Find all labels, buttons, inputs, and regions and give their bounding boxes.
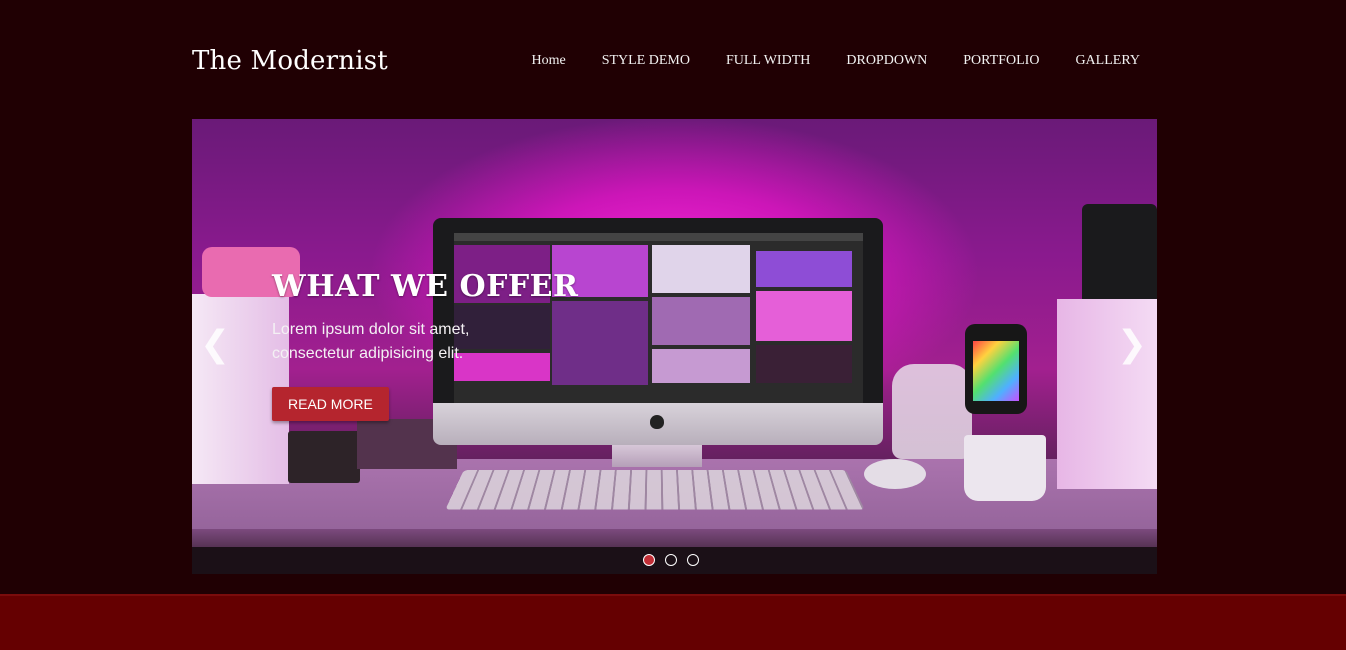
screen-tile <box>652 349 750 383</box>
nav-item-full-width[interactable]: FULL WIDTH <box>708 53 828 69</box>
slide-title: WHAT WE OFFER <box>272 269 579 304</box>
slider-dot-2[interactable] <box>665 554 677 566</box>
screen-tile <box>756 251 852 287</box>
hand-sculpture <box>892 364 972 459</box>
footer-band <box>0 594 1346 650</box>
nav-item-portfolio[interactable]: PORTFOLIO <box>945 53 1057 69</box>
main-nav: Home STYLE DEMO FULL WIDTH DROPDOWN PORT… <box>530 53 1156 69</box>
apple-logo-icon <box>650 415 664 429</box>
slider-pagination <box>643 554 699 566</box>
mug <box>964 435 1046 501</box>
read-more-button[interactable]: READ MORE <box>272 387 389 421</box>
keyboard <box>445 470 865 510</box>
candle <box>288 431 360 483</box>
nav-item-home[interactable]: Home <box>513 53 583 69</box>
chevron-left-icon[interactable]: ❮ <box>200 325 230 365</box>
mouse <box>864 459 926 489</box>
chevron-right-icon[interactable]: ❯ <box>1117 325 1147 365</box>
site-header: The Modernist Home STYLE DEMO FULL WIDTH… <box>0 0 1346 119</box>
slider-dot-3[interactable] <box>687 554 699 566</box>
monitor-stand <box>612 445 702 467</box>
phone-screen <box>973 341 1019 401</box>
slider-dot-1[interactable] <box>643 554 655 566</box>
screen-tile <box>756 345 852 383</box>
screen-tile <box>652 245 750 293</box>
screen-tile <box>756 291 852 341</box>
desk-edge <box>192 529 1157 549</box>
site-title[interactable]: The Modernist <box>192 46 388 76</box>
hero-slider: WHAT WE OFFER Lorem ipsum dolor sit amet… <box>192 119 1157 574</box>
nav-item-dropdown[interactable]: DROPDOWN <box>828 53 945 69</box>
slide-caption: WHAT WE OFFER Lorem ipsum dolor sit amet… <box>272 269 592 421</box>
slide-text: Lorem ipsum dolor sit amet, consectetur … <box>272 321 470 362</box>
nav-item-style-demo[interactable]: STYLE DEMO <box>584 53 708 69</box>
screen-tile <box>652 297 750 345</box>
speaker <box>1082 204 1157 304</box>
nav-item-gallery[interactable]: GALLERY <box>1057 53 1156 69</box>
